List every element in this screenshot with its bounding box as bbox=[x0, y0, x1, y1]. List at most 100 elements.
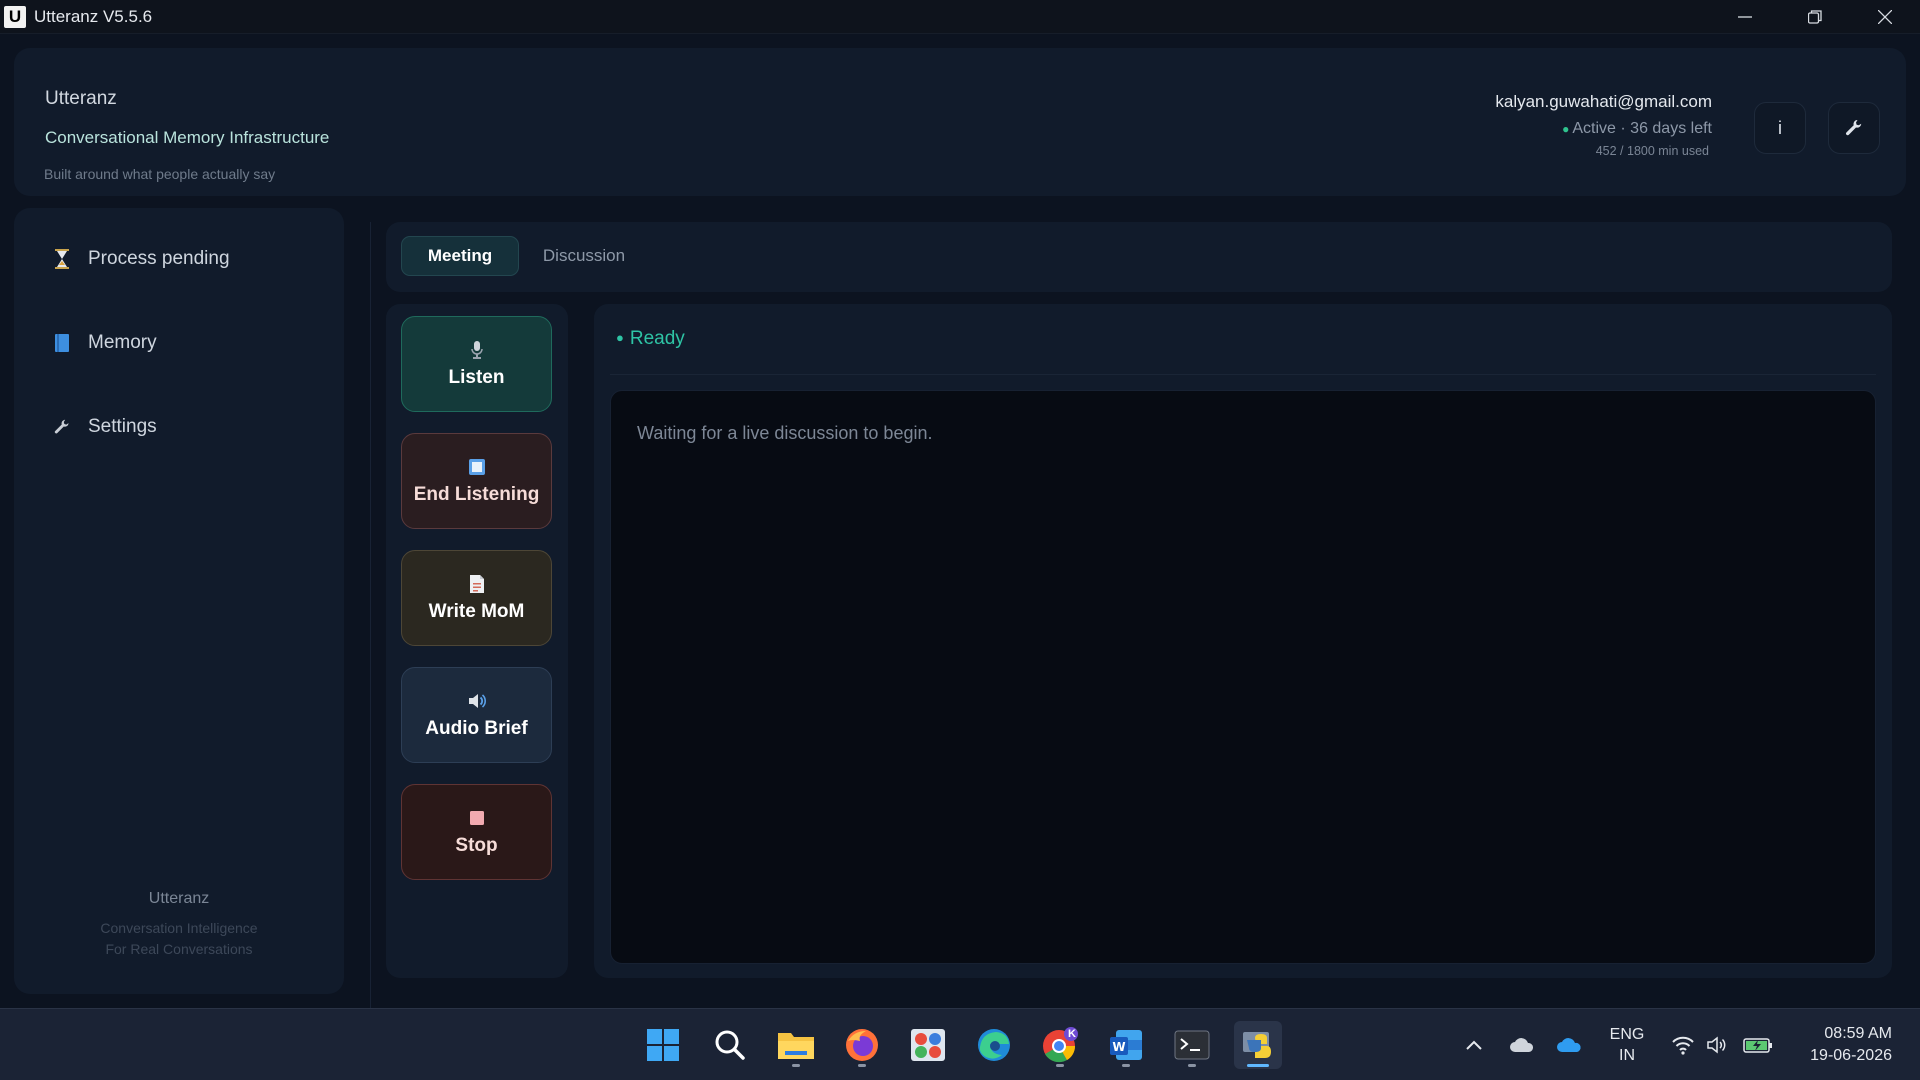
taskbar-file-explorer[interactable] bbox=[772, 1021, 820, 1069]
close-icon bbox=[1878, 10, 1892, 24]
end-listening-label: End Listening bbox=[413, 484, 540, 505]
tab-meeting[interactable]: Meeting bbox=[401, 236, 519, 276]
terminal-icon bbox=[1174, 1030, 1210, 1060]
sidebar-item-label: Process pending bbox=[88, 248, 230, 269]
restore-button[interactable] bbox=[1780, 0, 1850, 34]
taskbar-chrome[interactable]: K bbox=[1036, 1021, 1084, 1069]
minimize-icon bbox=[1738, 16, 1752, 18]
tray-overflow-button[interactable] bbox=[1460, 1009, 1488, 1080]
taskbar-edge[interactable] bbox=[970, 1021, 1018, 1069]
account-status: ● Active · 36 days left bbox=[1495, 120, 1712, 138]
window-controls bbox=[1710, 0, 1920, 34]
brand-tagline: Conversational Memory Infrastructure bbox=[45, 128, 330, 147]
onedrive-icon bbox=[1557, 1038, 1581, 1052]
tray-onedrive[interactable] bbox=[1554, 1009, 1586, 1080]
folder-icon bbox=[778, 1033, 814, 1059]
hourglass-icon bbox=[52, 249, 72, 269]
taskbar-running-indicator bbox=[1122, 1064, 1130, 1067]
sidebar: Process pending Memory Settings Utteranz… bbox=[14, 208, 344, 994]
taskbar-running-indicator bbox=[858, 1064, 866, 1067]
app-window: Utteranz Conversational Memory Infrastru… bbox=[0, 34, 1920, 1012]
wifi-icon bbox=[1672, 1036, 1694, 1055]
transcript-area[interactable]: Waiting for a live discussion to begin. bbox=[610, 390, 1876, 964]
volume-icon bbox=[1707, 1036, 1726, 1054]
region-code: IN bbox=[1619, 1047, 1635, 1064]
restore-icon bbox=[1808, 10, 1822, 24]
taskbar-search-button[interactable] bbox=[706, 1021, 754, 1069]
tab-bar: Meeting Discussion bbox=[386, 222, 1892, 292]
wrench-icon bbox=[1846, 120, 1862, 136]
tab-discussion[interactable]: Discussion bbox=[526, 236, 642, 276]
book-icon bbox=[52, 333, 72, 353]
account-status-text: Active · 36 days left bbox=[1572, 120, 1712, 137]
taskbar-active-indicator bbox=[1247, 1064, 1269, 1067]
info-icon: i bbox=[1778, 117, 1782, 138]
svg-text:W: W bbox=[1112, 1040, 1125, 1054]
listen-button[interactable]: Listen bbox=[401, 316, 552, 412]
taskbar-clock[interactable]: 08:59 AM 19-06-2026 bbox=[1810, 1009, 1892, 1080]
cloud-icon bbox=[1510, 1038, 1534, 1052]
clock-date: 19-06-2026 bbox=[1810, 1047, 1892, 1064]
account-info: kalyan.guwahati@gmail.com ● Active · 36 d… bbox=[1495, 92, 1712, 158]
battery-charging-icon bbox=[1743, 1038, 1772, 1053]
stop-icon bbox=[469, 807, 485, 829]
close-button[interactable] bbox=[1850, 0, 1920, 34]
taskbar-terminal[interactable] bbox=[1168, 1021, 1216, 1069]
brand-subtitle: Built around what people actually say bbox=[44, 166, 276, 182]
language-indicator[interactable]: ENG IN bbox=[1600, 1009, 1654, 1080]
app-logo: U bbox=[4, 5, 26, 28]
taskbar-control-panel[interactable] bbox=[904, 1021, 952, 1069]
status-dot-icon: ● bbox=[1562, 122, 1570, 136]
stop-square-icon bbox=[468, 456, 486, 478]
tray-wifi[interactable] bbox=[1668, 1009, 1698, 1080]
tray-volume[interactable] bbox=[1702, 1009, 1732, 1080]
taskbar-word[interactable]: W bbox=[1102, 1021, 1150, 1069]
sidebar-footer-line1: Conversation Intelligence bbox=[100, 920, 258, 936]
info-button[interactable]: i bbox=[1754, 102, 1806, 154]
speaker-icon bbox=[467, 690, 487, 712]
search-icon bbox=[715, 1030, 745, 1060]
end-listening-button[interactable]: End Listening bbox=[401, 433, 552, 529]
stop-button[interactable]: Stop bbox=[401, 784, 552, 880]
account-email: kalyan.guwahati@gmail.com bbox=[1495, 92, 1712, 111]
tray-cloud[interactable] bbox=[1506, 1009, 1538, 1080]
language-code: ENG bbox=[1609, 1026, 1645, 1043]
stop-label: Stop bbox=[455, 835, 498, 856]
listen-label: Listen bbox=[448, 367, 505, 388]
window-title: Utteranz V5.5.6 bbox=[34, 6, 153, 26]
audio-brief-button[interactable]: Audio Brief bbox=[401, 667, 552, 763]
sidebar-footer-line2: For Real Conversations bbox=[105, 941, 253, 957]
taskbar-firefox[interactable] bbox=[838, 1021, 886, 1069]
status-indicator: ● Ready bbox=[616, 328, 685, 350]
clock-time: 08:59 AM bbox=[1824, 1025, 1892, 1042]
sidebar-footer-name: Utteranz bbox=[148, 890, 210, 907]
transcript-panel: ● Ready Waiting for a live discussion to … bbox=[594, 304, 1892, 978]
taskbar-python-app[interactable] bbox=[1234, 1021, 1282, 1069]
title-bar: U Utteranz V5.5.6 bbox=[0, 0, 1920, 34]
sidebar-item-process-pending[interactable]: Process pending bbox=[52, 248, 230, 270]
minimize-button[interactable] bbox=[1710, 0, 1780, 34]
status-text: Ready bbox=[629, 328, 685, 349]
app-header: Utteranz Conversational Memory Infrastru… bbox=[14, 48, 1906, 196]
panel-divider bbox=[610, 374, 1876, 375]
taskbar-running-indicator bbox=[1188, 1064, 1196, 1067]
start-button[interactable] bbox=[639, 1021, 687, 1069]
audio-brief-label: Audio Brief bbox=[425, 718, 528, 739]
windows-icon bbox=[647, 1029, 679, 1061]
write-mom-button[interactable]: Write MoM bbox=[401, 550, 552, 646]
sidebar-item-label: Settings bbox=[88, 416, 157, 437]
firefox-icon bbox=[846, 1029, 878, 1061]
sidebar-item-settings[interactable]: Settings bbox=[52, 416, 157, 438]
taskbar-running-indicator bbox=[792, 1064, 800, 1067]
microphone-icon bbox=[470, 339, 484, 361]
sidebar-item-label: Memory bbox=[88, 332, 157, 353]
status-dot-icon: ● bbox=[616, 330, 624, 345]
wrench-icon bbox=[52, 417, 72, 437]
taskbar: K W ENG IN 08:59 AM 19-06-2026 bbox=[0, 1008, 1920, 1080]
edge-icon bbox=[978, 1029, 1010, 1061]
brand-name: Utteranz bbox=[45, 88, 117, 109]
sidebar-item-memory[interactable]: Memory bbox=[52, 332, 157, 354]
word-icon: W bbox=[1110, 1030, 1142, 1060]
tools-button[interactable] bbox=[1828, 102, 1880, 154]
tray-battery[interactable] bbox=[1740, 1009, 1776, 1080]
